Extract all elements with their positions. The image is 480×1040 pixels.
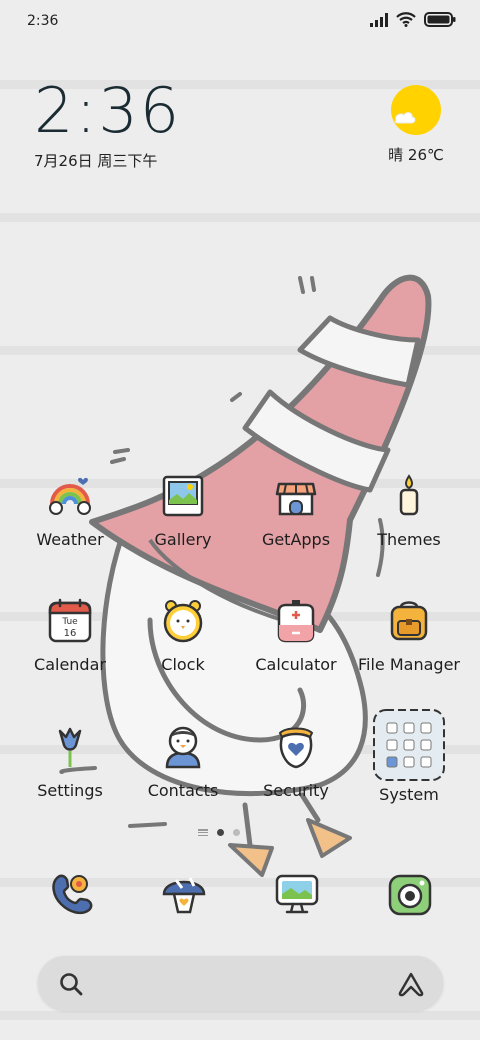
app-file-manager[interactable]: File Manager [354, 597, 464, 674]
store-icon [275, 482, 317, 516]
app-label: Themes [377, 530, 441, 549]
app-label: Settings [37, 781, 103, 800]
app-label: Calendar [34, 655, 106, 674]
assistant-icon[interactable] [397, 971, 425, 997]
calculator-icon [277, 600, 315, 643]
clock-date: 7月26日 周三下午 [34, 152, 158, 170]
phone-icon [52, 874, 93, 915]
sunny-icon [390, 84, 442, 136]
wifi-icon [396, 12, 416, 27]
app-calendar[interactable]: Tue 16 Calendar [15, 597, 125, 674]
calendar-icon: Tue 16 [48, 598, 92, 643]
page-dot [233, 829, 240, 836]
app-security[interactable]: Security [241, 723, 351, 800]
app-contacts[interactable]: Contacts [128, 723, 238, 800]
app-label: GetApps [261, 530, 331, 549]
weather-widget[interactable]: 晴 26℃ [386, 84, 446, 165]
app-gallery[interactable]: Gallery [128, 472, 238, 549]
page-dot-active [217, 829, 224, 836]
app-label: Calculator [255, 655, 337, 674]
app-label: Weather [36, 530, 104, 549]
status-time: 2:36 [27, 13, 59, 29]
dock-camera[interactable] [386, 870, 434, 918]
app-label: Security [263, 781, 329, 800]
page-indicator[interactable] [198, 829, 240, 836]
app-label: File Manager [358, 655, 460, 674]
app-label: Contacts [147, 781, 219, 800]
search-icon [60, 973, 83, 996]
status-bar: 2:36 [0, 0, 480, 44]
app-label: Clock [161, 655, 205, 674]
signal-icon [370, 12, 388, 27]
weather-text: 晴 26℃ [388, 146, 444, 164]
app-clock[interactable]: Clock [128, 597, 238, 674]
app-settings[interactable]: Settings [15, 723, 125, 800]
mushroom-icon [162, 877, 206, 914]
app-label: Gallery [154, 530, 212, 549]
app-label: System [379, 785, 439, 804]
shield-heart-icon [278, 727, 314, 769]
app-themes[interactable]: Themes [354, 472, 464, 549]
rainbow-icon [49, 477, 91, 515]
monitor-icon [275, 874, 319, 914]
calendar-date: 16 [64, 628, 77, 639]
app-getapps[interactable]: GetApps [241, 472, 351, 549]
backpack-icon [390, 601, 428, 641]
photo-icon [162, 475, 204, 517]
app-weather[interactable]: Weather [15, 472, 125, 549]
folder-icon [373, 709, 445, 781]
dock-browser[interactable] [273, 870, 321, 918]
candle-icon [399, 474, 419, 516]
camera-icon [388, 874, 432, 916]
calendar-day: Tue [61, 617, 78, 627]
flower-icon [58, 727, 82, 767]
app-system-folder[interactable]: System [354, 709, 464, 804]
dock-phone[interactable] [47, 870, 95, 918]
clock-widget[interactable]: 2:36 7月26日 周三下午 [34, 76, 181, 171]
dock-messages[interactable] [160, 870, 208, 918]
clock-time: 2:36 [34, 74, 182, 147]
alarm-clock-icon [163, 600, 203, 643]
search-bar[interactable] [38, 956, 443, 1010]
app-calculator[interactable]: Calculator [241, 597, 351, 674]
penguin-icon [165, 726, 201, 769]
battery-icon [424, 12, 456, 27]
page-indicator-list-icon [198, 829, 208, 836]
status-icons [370, 12, 456, 27]
